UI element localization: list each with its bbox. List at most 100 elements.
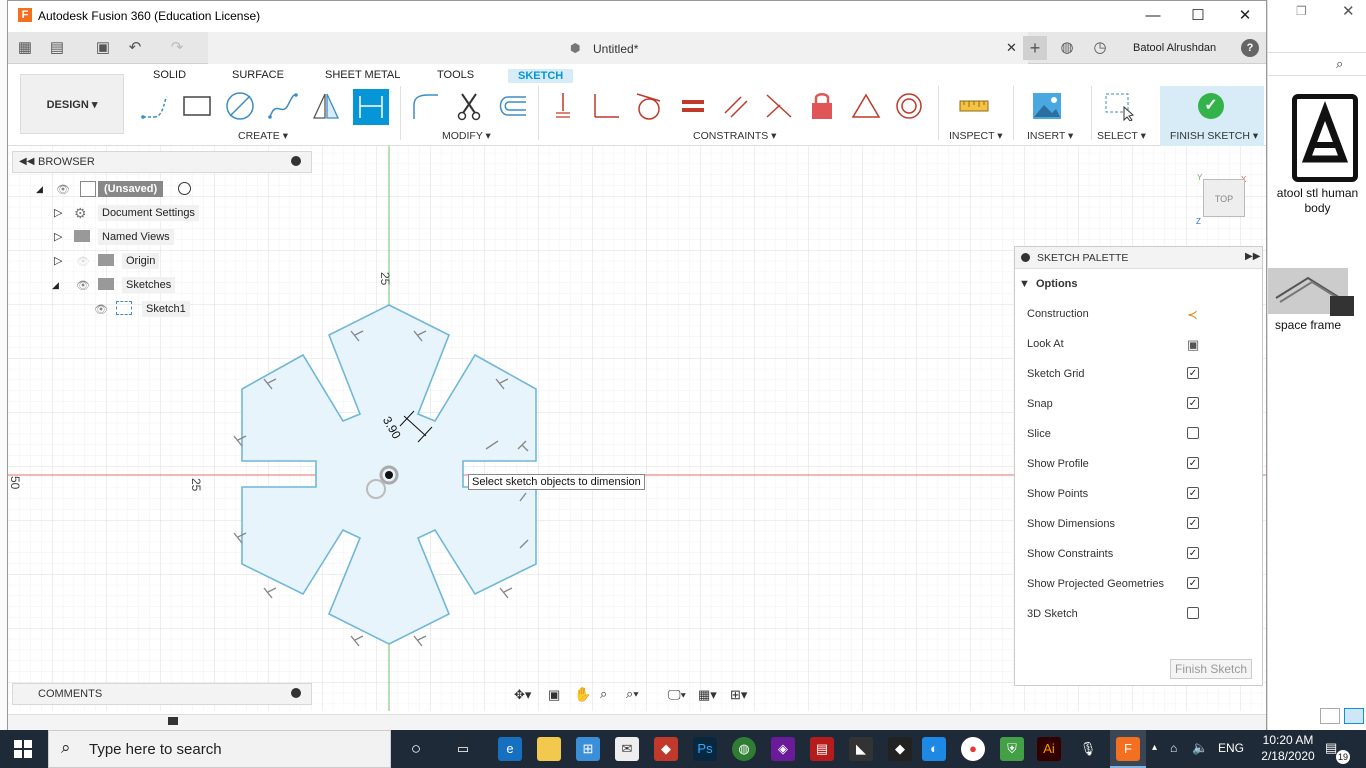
constraints-menu[interactable]: CONSTRAINTS ▾ — [693, 130, 776, 142]
tab-surface[interactable]: SURFACE — [232, 69, 284, 81]
redo-icon[interactable]: ↷ — [168, 39, 186, 57]
palette-header[interactable]: SKETCH PALETTE ▶▶ — [1015, 247, 1262, 269]
display-settings-icon[interactable]: 🖵▾ — [668, 687, 686, 703]
select-menu[interactable]: SELECT ▾ — [1097, 130, 1146, 142]
fix-lock-icon[interactable] — [805, 89, 839, 123]
fit-icon[interactable]: ⌕▾ — [626, 686, 639, 702]
browser-item-sketches[interactable]: ◢ 👁 Sketches — [12, 275, 312, 295]
windows-start-icon[interactable] — [14, 740, 32, 758]
circle-tool-icon[interactable] — [223, 89, 257, 123]
insert-image-icon[interactable] — [1030, 89, 1064, 123]
app-icon[interactable]: ◣ — [849, 737, 873, 761]
palette-option-row[interactable]: Show Points ✓ — [1027, 485, 1252, 505]
restore-icon[interactable]: ❐ — [1296, 4, 1307, 18]
parallel-constraint-icon[interactable] — [719, 89, 753, 123]
expand-triangle-icon[interactable]: ◢ — [36, 184, 43, 195]
rectangle-tool-icon[interactable] — [180, 89, 214, 123]
palette-option-row[interactable]: Show Profile ✓ — [1027, 455, 1252, 475]
file-explorer-icon[interactable] — [537, 737, 561, 761]
construction-icon[interactable]: ≺ — [1187, 307, 1201, 322]
modify-menu[interactable]: MODIFY ▾ — [442, 130, 491, 142]
viewcube-face[interactable]: TOP — [1203, 179, 1245, 217]
browser-item-label[interactable]: (Unsaved) — [98, 181, 164, 197]
add-comment-icon[interactable] — [291, 688, 301, 698]
save-icon[interactable]: ▣ — [94, 39, 112, 57]
minimize-button[interactable]: — — [1133, 5, 1173, 27]
finish-sketch-button[interactable]: Finish Sketch — [1170, 659, 1252, 679]
document-tab[interactable]: ⬢ Untitled* ✕ — [208, 32, 1028, 64]
insert-menu[interactable]: INSERT ▾ — [1027, 130, 1073, 142]
undo-icon[interactable]: ↶ — [126, 39, 144, 57]
checkbox[interactable]: ✓ — [1187, 397, 1201, 411]
viewports-icon[interactable]: ⊞▾ — [730, 687, 747, 703]
zoom-icon[interactable]: ⌕ — [600, 686, 607, 702]
collapse-icon[interactable]: ◀◀ — [19, 156, 34, 167]
browser-item-label[interactable]: Named Views — [98, 229, 174, 245]
photoshop-icon[interactable]: Ps — [693, 737, 717, 761]
eye-icon[interactable]: 👁 — [94, 303, 108, 316]
orbit-icon[interactable]: ✥▾ — [514, 687, 531, 703]
sketch-dimension-tool-icon[interactable] — [353, 89, 389, 125]
eye-icon[interactable]: 👁 — [76, 279, 90, 292]
mail-icon[interactable]: ✉ — [615, 737, 639, 761]
workspace-switcher[interactable]: DESIGN ▾ — [20, 74, 124, 134]
chevron-up-icon[interactable]: ▴ — [1152, 742, 1157, 753]
checkbox[interactable] — [1187, 607, 1201, 621]
illustrator-icon[interactable]: Ai — [1037, 737, 1061, 761]
fusion-taskbar-button[interactable]: F — [1110, 730, 1146, 768]
midpoint-constraint-icon[interactable] — [762, 89, 796, 123]
timeline-bar[interactable] — [8, 714, 1266, 730]
user-account[interactable]: Batool Alrushdan — [1133, 42, 1216, 54]
fillet-tool-icon[interactable] — [408, 89, 442, 123]
finish-sketch-menu[interactable]: FINISH SKETCH ▾ — [1170, 130, 1258, 142]
expand-triangle-icon[interactable]: ▷ — [54, 230, 62, 243]
browser-item-sketch1[interactable]: 👁 Sketch1 — [12, 299, 312, 319]
offset-tool-icon[interactable] — [494, 89, 528, 123]
network-icon[interactable]: ⌂ — [1170, 741, 1177, 755]
options-section[interactable]: ▼ Options — [1019, 278, 1078, 290]
activate-radio-icon[interactable] — [178, 182, 191, 195]
browser-item-root[interactable]: ◢ 👁 (Unsaved) — [12, 179, 312, 199]
app-icon[interactable]: ◈ — [771, 737, 795, 761]
close-icon[interactable]: ✕ — [1342, 2, 1355, 20]
symmetry-constraint-icon[interactable] — [849, 89, 883, 123]
browser-item-label[interactable]: Sketches — [122, 277, 176, 293]
data-panel-grid-icon[interactable]: ▦ — [16, 39, 34, 57]
pan-hand-icon[interactable]: ✋ — [574, 686, 591, 703]
expand-triangle-icon[interactable]: ▷ — [54, 254, 62, 267]
task-view-icon[interactable]: ▭ — [451, 737, 475, 761]
close-tab-icon[interactable]: ✕ — [1006, 40, 1017, 56]
section-toggle-icon[interactable]: ▼ — [1019, 278, 1030, 290]
palette-option-row[interactable]: 3D Sketch — [1027, 605, 1252, 625]
palette-option-row[interactable]: Slice — [1027, 425, 1252, 445]
browser-header[interactable]: ◀◀ BROWSER — [12, 151, 312, 173]
edge-icon[interactable]: e — [498, 737, 522, 761]
horizontal-vertical-constraint-icon[interactable] — [546, 89, 580, 123]
palette-option-row[interactable]: Sketch Grid ✓ — [1027, 365, 1252, 385]
app-icon[interactable]: ◍ — [732, 737, 756, 761]
window-select-icon[interactable] — [1102, 89, 1136, 123]
microphone-icon[interactable]: 🎙 — [1076, 737, 1100, 761]
grid-settings-icon[interactable]: ▦▾ — [698, 687, 717, 703]
tab-sketch[interactable]: SKETCH — [508, 69, 574, 83]
equal-constraint-icon[interactable] — [676, 89, 710, 123]
create-menu[interactable]: CREATE ▾ — [238, 130, 288, 142]
palette-option-row[interactable]: Show Constraints ✓ — [1027, 545, 1252, 565]
perpendicular-constraint-icon[interactable] — [589, 89, 623, 123]
browser-item-named-views[interactable]: ▷ Named Views — [12, 227, 312, 247]
eye-icon[interactable]: 👁 — [56, 183, 70, 196]
browser-item-label[interactable]: Sketch1 — [142, 301, 190, 317]
concentric-constraint-icon[interactable] — [892, 89, 926, 123]
checkbox[interactable] — [1187, 427, 1201, 441]
security-shield-icon[interactable]: ⛨ — [1000, 737, 1024, 761]
look-at-icon[interactable]: ▣ — [1187, 337, 1201, 352]
browser-minimize-icon[interactable] — [291, 156, 301, 166]
palette-option-row[interactable]: Construction ≺ — [1027, 305, 1252, 325]
palette-option-row[interactable]: Snap ✓ — [1027, 395, 1252, 415]
details-view-icon[interactable] — [1320, 708, 1340, 724]
tangent-constraint-icon[interactable] — [632, 89, 666, 123]
tab-tools[interactable]: TOOLS — [437, 69, 474, 81]
expand-triangle-icon[interactable]: ▷ — [54, 206, 62, 219]
extensions-icon[interactable]: ◍ — [1058, 39, 1076, 57]
tab-sheet-metal[interactable]: SHEET METAL — [325, 69, 400, 81]
